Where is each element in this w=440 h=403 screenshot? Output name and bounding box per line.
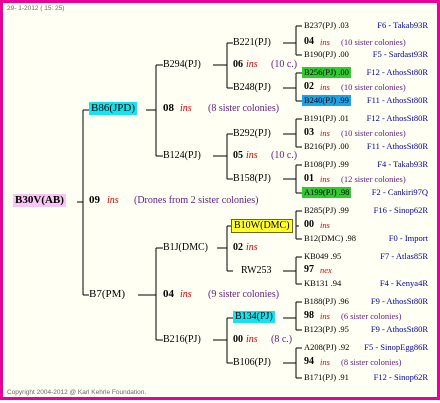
gen4-desc: (8 sister colonies) [341, 357, 402, 367]
gen4-desc: (10 sister colonies) [341, 37, 406, 47]
gen4-label: B191(PJ) .01 [304, 113, 349, 123]
root-year: 09 [89, 194, 100, 206]
gen4-label: B216(PJ) .00 [304, 141, 349, 151]
gen3-a2: B248(PJ) [233, 82, 271, 93]
gen2-b-note: ins [246, 150, 258, 161]
gen4-origin: F4 - Takab93R [377, 159, 428, 169]
gen4-origin: F6 - Takab93R [377, 20, 428, 30]
gen2-a-year: 06 [233, 59, 243, 70]
gen4-note: ins [320, 37, 330, 47]
gen4-label: KB049 .95 [304, 251, 342, 261]
gen4-origin: F16 - Sinop62R [373, 205, 428, 215]
gen2-b-year: 05 [233, 150, 243, 161]
gen4-note: ins [320, 357, 330, 367]
gen4-label: B190(PJ) .00 [304, 49, 349, 59]
sire-desc: (8 sister colonies) [208, 103, 280, 114]
gen4-label: B12(DMC) .98 [304, 233, 356, 243]
gen4-note: ins [320, 128, 330, 138]
gen4-note: ins [320, 220, 330, 230]
gen4-origin: F7 - Atlas85R [380, 251, 428, 261]
gen4-label: A199(PJ) .98 [302, 187, 352, 198]
gen4-origin: F11 - AthosSt80R [366, 141, 428, 151]
gen4-note: nex [320, 265, 332, 275]
gen4-label: A208(PJ) .92 [304, 342, 350, 352]
gen4-year: 98 [304, 310, 314, 321]
gen4-year: 02 [304, 81, 314, 92]
gen2-c-label: B1J(DMC) [163, 242, 209, 253]
gen2-a-note: ins [246, 59, 258, 70]
gen4-year: 01 [304, 173, 314, 184]
gen2-d-desc: (8 c.) [271, 334, 293, 345]
gen3-c2: RW253 [241, 265, 272, 276]
gen4-origin: F12 - Sinop62R [373, 372, 428, 382]
gen4-note: ins [320, 311, 330, 321]
gen4-year: 00 [304, 219, 314, 230]
dam-year: 04 [163, 288, 174, 300]
gen4-desc: (10 sister colonies) [341, 128, 406, 138]
gen4-origin: F9 - AthosSt80R [370, 324, 428, 334]
pedigree-chart: 29- 1-2012 ( 15: 25) Copyright 2004-2012… [0, 0, 440, 400]
gen4-origin: F0 - Import [388, 233, 428, 243]
gen4-origin: F12 - AthosSt80R [366, 67, 428, 77]
gen4-origin: F4 - Kenya4R [379, 278, 428, 288]
gen2-c-note: ins [246, 242, 258, 253]
sire-note: ins [180, 103, 192, 114]
gen2-b-desc: (10 c.) [271, 150, 298, 161]
date-stamp: 29- 1-2012 ( 15: 25) [7, 5, 65, 12]
gen4-origin: F5 - Sardast93R [372, 49, 428, 59]
gen4-origin: F11 - AthosSt80R [366, 95, 428, 105]
gen4-origin: F9 - AthosSt80R [370, 296, 428, 306]
gen4-label: KB131 .94 [304, 278, 342, 288]
sire-node-label: B86(JPD) [89, 102, 138, 115]
copyright: Copyright 2004-2012 @ Karl Kehrle Founda… [7, 389, 147, 396]
gen4-label: B188(PJ) .96 [304, 296, 349, 306]
gen4-year: 97 [304, 264, 314, 275]
gen4-note: ins [320, 174, 330, 184]
gen4-desc: (6 sister colonies) [341, 311, 402, 321]
gen3-d2: B106(PJ) [233, 357, 271, 368]
dam-note: ins [180, 289, 192, 300]
gen4-year: 94 [304, 356, 314, 367]
root-note: ins [107, 195, 119, 206]
gen4-label: B285(PJ) .99 [304, 205, 349, 215]
gen3-b1: B292(PJ) [233, 128, 271, 139]
gen2-b-label: B124(PJ) [163, 150, 201, 161]
gen4-origin: F5 - SinopEgg86R [364, 342, 428, 352]
gen4-desc: (12 sister colonies) [341, 174, 406, 184]
gen4-label: B240(PJ) .99 [302, 95, 351, 106]
gen2-a-label: B294(PJ) [163, 59, 201, 70]
gen2-d-label: B216(PJ) [163, 334, 201, 345]
gen3-c1: B10W(DMC) [231, 219, 293, 233]
gen2-c-year: 02 [233, 242, 243, 253]
gen4-origin: F2 - Cankiri97Q [371, 187, 428, 197]
gen4-label: B108(PJ) .99 [304, 159, 349, 169]
gen2-a-desc: (10 c.) [271, 59, 298, 70]
gen4-origin: F12 - AthosSt80R [366, 113, 428, 123]
gen3-a1: B221(PJ) [233, 37, 271, 48]
gen4-year: 04 [304, 36, 314, 47]
dam-node-label: B7(PM) [89, 288, 126, 300]
gen4-label: B256(PJ) .00 [302, 67, 351, 78]
gen3-b2: B158(PJ) [233, 173, 271, 184]
sire-year: 08 [163, 102, 174, 114]
gen4-note: ins [320, 82, 330, 92]
gen4-desc: (10 sister colonies) [341, 82, 406, 92]
gen3-d1: B134(PJ) [233, 311, 275, 323]
gen4-label: B237(PJ) .03 [304, 20, 349, 30]
root-desc: (Drones from 2 sister colonies) [134, 195, 259, 206]
gen4-label: B123(PJ) .95 [304, 324, 349, 334]
gen2-d-year: 00 [233, 334, 243, 345]
gen4-label: B171(PJ) .91 [304, 372, 349, 382]
root-node-label: B30V(AB) [13, 194, 66, 207]
gen2-d-note: ins [246, 334, 258, 345]
gen4-year: 03 [304, 127, 314, 138]
dam-desc: (9 sister colonies) [208, 289, 280, 300]
